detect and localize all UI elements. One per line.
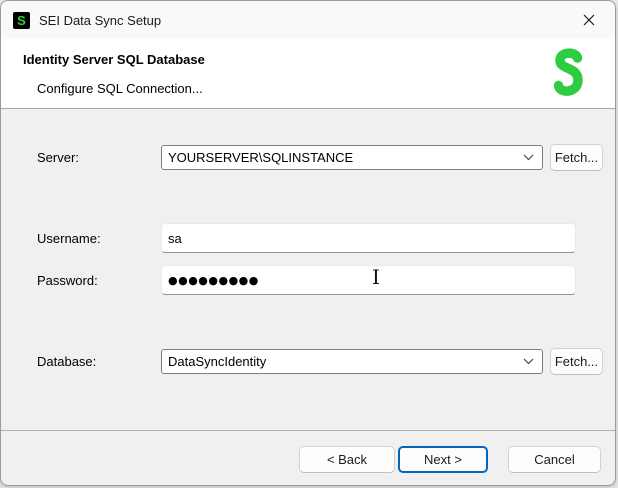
app-icon-letter: S [17,14,26,27]
password-label: Password: [37,273,98,288]
username-input[interactable] [161,223,576,253]
title-bar: S SEI Data Sync Setup [1,1,615,39]
server-combobox[interactable]: YOURSERVER\SQLINSTANCE [161,145,543,170]
setup-wizard-window: S SEI Data Sync Setup Identity Server SQ… [0,0,616,486]
dialog-header: Identity Server SQL Database Configure S… [1,39,615,109]
chevron-down-icon [523,154,534,161]
password-input[interactable] [161,265,576,295]
next-button[interactable]: Next > [398,446,488,473]
server-combobox-value: YOURSERVER\SQLINSTANCE [168,150,523,165]
database-label: Database: [37,354,96,369]
footer-divider [1,430,615,431]
close-icon [583,14,595,26]
username-label: Username: [37,231,101,246]
back-button[interactable]: < Back [299,446,395,473]
database-combobox[interactable]: DataSyncIdentity [161,349,543,374]
server-label: Server: [37,150,79,165]
chevron-down-icon [523,358,534,365]
database-fetch-button[interactable]: Fetch... [550,348,603,375]
close-button[interactable] [566,1,611,38]
database-combobox-value: DataSyncIdentity [168,354,523,369]
brand-logo-s-icon [550,47,586,100]
page-subtitle: Configure SQL Connection... [37,81,203,96]
server-fetch-button[interactable]: Fetch... [550,144,603,171]
app-icon: S [13,12,30,29]
page-title: Identity Server SQL Database [23,52,205,67]
cancel-button[interactable]: Cancel [508,446,601,473]
window-title: SEI Data Sync Setup [39,13,161,28]
